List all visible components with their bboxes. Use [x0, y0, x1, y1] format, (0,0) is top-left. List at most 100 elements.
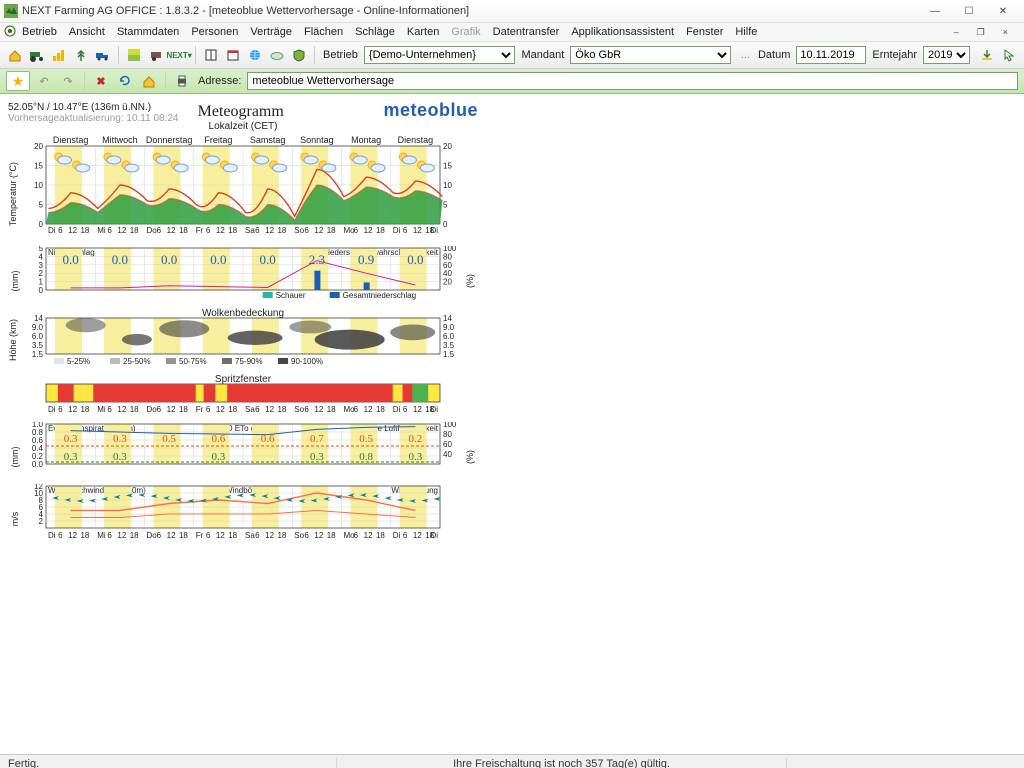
erntejahr-select[interactable]: 2019 [923, 46, 970, 64]
menu-personen[interactable]: Personen [191, 26, 238, 38]
svg-text:6: 6 [304, 531, 309, 540]
svg-text:80: 80 [443, 252, 452, 261]
svg-text:50-75%: 50-75% [179, 357, 207, 366]
svg-text:6: 6 [255, 405, 260, 414]
svg-text:6: 6 [354, 226, 359, 235]
svg-text:Sa: Sa [245, 531, 255, 540]
svg-text:Di: Di [393, 531, 401, 540]
svg-text:Donnerstag: Donnerstag [146, 135, 193, 145]
menu-karten[interactable]: Karten [407, 26, 439, 38]
shield-icon[interactable] [290, 45, 308, 65]
svg-text:0.0: 0.0 [407, 252, 423, 267]
favorite-button[interactable]: ★ [6, 71, 30, 91]
svg-text:Di: Di [430, 226, 438, 235]
chart-icon[interactable] [50, 45, 68, 65]
svg-text:12: 12 [117, 531, 126, 540]
svg-text:0.0: 0.0 [32, 460, 44, 469]
mandant-select[interactable]: Öko GbR [570, 46, 730, 64]
crop-icon[interactable] [72, 45, 90, 65]
svg-text:1.5: 1.5 [443, 350, 455, 359]
window-close-button[interactable]: ✕ [986, 2, 1020, 20]
svg-text:18: 18 [327, 405, 336, 414]
svg-text:12: 12 [364, 531, 373, 540]
svg-text:3: 3 [39, 261, 44, 270]
svg-text:6: 6 [403, 226, 408, 235]
menu-ansicht[interactable]: Ansicht [69, 26, 105, 38]
datum-input[interactable] [796, 46, 866, 64]
toolbar-ellipsis: ... [741, 49, 750, 61]
svg-text:Sa: Sa [245, 405, 255, 414]
calendar-icon[interactable] [224, 45, 242, 65]
svg-text:18: 18 [130, 405, 139, 414]
svg-text:0.3: 0.3 [310, 451, 324, 463]
mdi-restore-button[interactable]: ❐ [977, 27, 985, 38]
mandant-label: Mandant [521, 49, 564, 61]
mdi-minimize-button[interactable]: – [954, 27, 959, 38]
window-minimize-button[interactable]: — [918, 2, 952, 20]
home-icon[interactable] [6, 45, 24, 65]
cloud-icon[interactable] [268, 45, 286, 65]
svg-text:18: 18 [376, 405, 385, 414]
svg-text:6: 6 [255, 531, 260, 540]
svg-text:6: 6 [354, 405, 359, 414]
svg-text:60: 60 [443, 261, 452, 270]
svg-text:12: 12 [117, 405, 126, 414]
betrieb-select[interactable]: {Demo-Unternehmen} [364, 46, 516, 64]
menu-betrieb[interactable]: Betrieb [22, 26, 57, 38]
clouds-ylabel: Höhe (km) [8, 319, 18, 361]
svg-text:18: 18 [228, 405, 237, 414]
meteoblue-brand: meteoblue [383, 100, 478, 121]
menu-datentransfer[interactable]: Datentransfer [493, 26, 560, 38]
svg-text:60: 60 [443, 440, 452, 449]
menu-vertraege[interactable]: Verträge [250, 26, 292, 38]
field-icon[interactable] [125, 45, 143, 65]
tractor-icon[interactable] [28, 45, 46, 65]
svg-text:0.0: 0.0 [210, 252, 226, 267]
svg-text:3.5: 3.5 [32, 341, 44, 350]
svg-text:6: 6 [206, 226, 211, 235]
menu-hilfe[interactable]: Hilfe [735, 26, 757, 38]
print-button[interactable] [172, 71, 192, 91]
svg-text:6: 6 [206, 531, 211, 540]
menu-grafik[interactable]: Grafik [451, 26, 480, 38]
window-maximize-button[interactable]: ☐ [952, 2, 986, 20]
cursor-icon[interactable] [1000, 45, 1018, 65]
globe-icon[interactable] [246, 45, 264, 65]
svg-text:3.5: 3.5 [443, 341, 455, 350]
mdi-controls: – ❐ × [954, 27, 1020, 38]
menu-stammdaten[interactable]: Stammdaten [117, 26, 179, 38]
temp-ylabel: Temperatur (°C) [8, 162, 18, 226]
stop-button[interactable]: ✖ [91, 71, 111, 91]
import-icon[interactable] [978, 45, 996, 65]
address-input[interactable] [247, 72, 1018, 90]
svg-text:0.7: 0.7 [310, 433, 324, 445]
menu-flaechen[interactable]: Flächen [304, 26, 343, 38]
svg-text:0.0: 0.0 [260, 252, 276, 267]
book-icon[interactable] [202, 45, 220, 65]
wind-panel: Windgeschwindigkeit (10m)WindböenWindric… [8, 484, 1018, 550]
svg-text:Di: Di [430, 405, 438, 414]
svg-text:6: 6 [304, 226, 309, 235]
svg-text:0.0: 0.0 [161, 252, 177, 267]
mdi-close-button[interactable]: × [1003, 27, 1008, 38]
svg-text:80: 80 [443, 430, 452, 439]
svg-text:Di: Di [48, 531, 56, 540]
next-icon[interactable]: NEXT▾ [169, 45, 189, 65]
refresh-button[interactable] [115, 71, 135, 91]
svg-text:14: 14 [443, 314, 452, 323]
menu-fenster[interactable]: Fenster [686, 26, 723, 38]
home-button[interactable] [139, 71, 159, 91]
erntejahr-label: Erntejahr [872, 49, 917, 61]
status-left: Fertig. [0, 758, 337, 768]
machine-icon[interactable] [147, 45, 165, 65]
svg-text:18: 18 [80, 531, 89, 540]
menu-system-icon[interactable] [4, 25, 16, 40]
svg-text:1.5: 1.5 [32, 350, 44, 359]
svg-text:18: 18 [376, 531, 385, 540]
svg-text:0.2: 0.2 [409, 433, 423, 445]
back-button[interactable]: ↶ [34, 71, 54, 91]
forward-button[interactable]: ↷ [58, 71, 78, 91]
menu-applikationsassistent[interactable]: Applikationsassistent [571, 26, 674, 38]
truck-icon[interactable] [94, 45, 112, 65]
menu-schlaege[interactable]: Schläge [355, 26, 395, 38]
